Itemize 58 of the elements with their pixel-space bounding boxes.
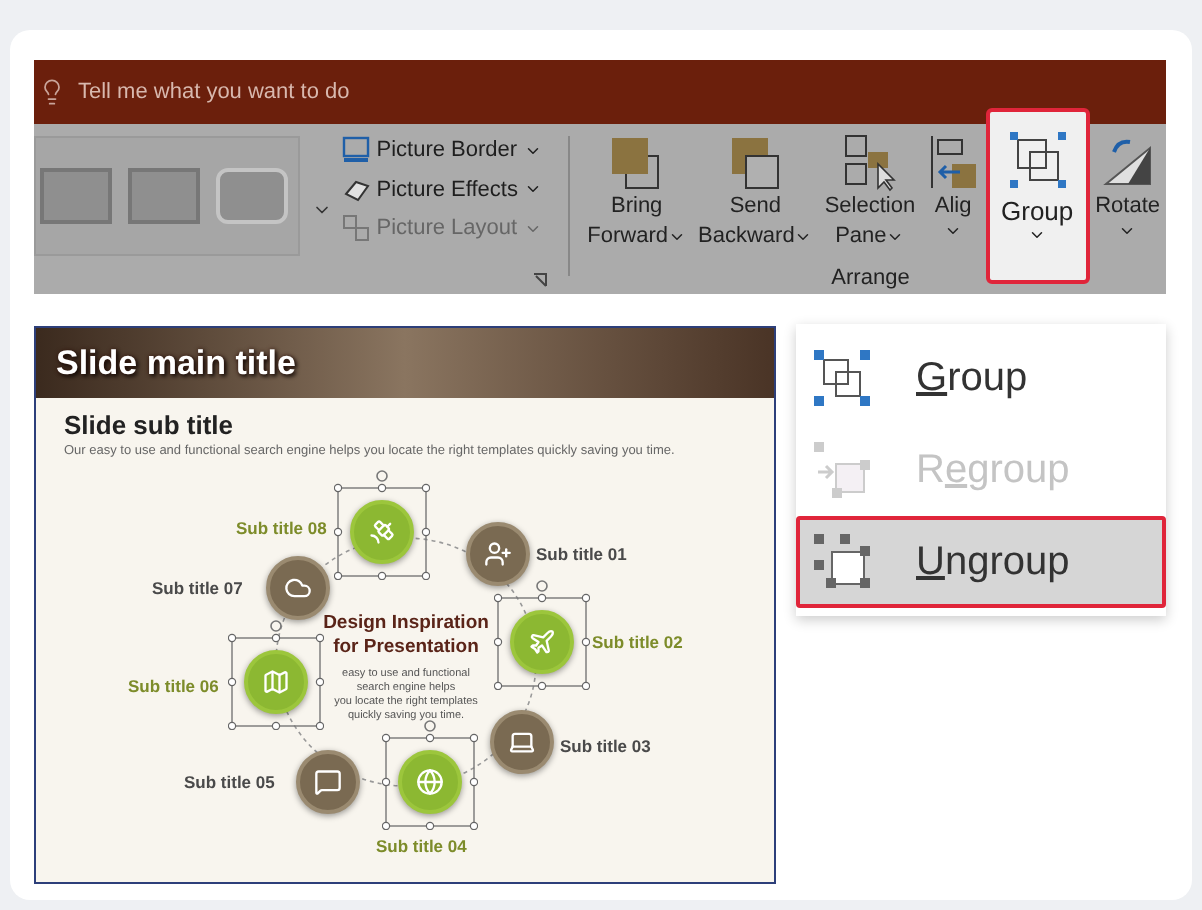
selection-frame xyxy=(228,618,324,730)
picture-style-thumbnail[interactable] xyxy=(128,168,200,224)
lightbulb-icon xyxy=(38,78,66,106)
regroup-icon xyxy=(812,440,872,500)
node-label: Sub title 02 xyxy=(592,632,683,652)
satellite-icon xyxy=(368,518,396,546)
picture-style-thumbnail[interactable] xyxy=(40,168,112,224)
pen-frame-icon xyxy=(342,136,371,165)
chevron-down-icon xyxy=(1118,222,1137,240)
chevron-down-icon xyxy=(794,228,813,246)
layout-icon xyxy=(342,214,371,243)
slide-subtitle: Slide sub title xyxy=(62,410,236,442)
plane-icon xyxy=(528,628,556,656)
laptop-icon xyxy=(508,728,536,756)
arrange-group-label: Arrange xyxy=(831,266,912,290)
node-label: Sub title 03 xyxy=(560,736,651,756)
cloud-icon xyxy=(284,574,312,602)
node-label: Sub title 01 xyxy=(536,544,627,564)
menu-item[interactable]: Ungroup xyxy=(796,516,1166,608)
picture-tool-button[interactable]: Picture Effects xyxy=(342,173,556,206)
picture-tool-button[interactable]: Picture Border xyxy=(342,134,556,167)
map-icon xyxy=(262,668,290,696)
node-label: Sub title 06 xyxy=(128,676,219,696)
picture-style-thumbnail[interactable] xyxy=(216,168,288,224)
chevron-down-icon xyxy=(668,228,687,246)
align-icon xyxy=(927,132,980,192)
arrange-button[interactable]: Rotate xyxy=(1089,124,1166,266)
slide-title: Slide main title xyxy=(56,341,296,386)
search-placeholder: Tell me what you want to do xyxy=(78,77,350,108)
group-icon xyxy=(812,348,872,408)
center-title: Design Inspiration xyxy=(323,612,489,636)
arrange-button[interactable]: Group xyxy=(985,108,1090,284)
chevron-down-icon xyxy=(1028,226,1047,244)
group-icon xyxy=(1005,128,1070,192)
selection-frame xyxy=(382,718,478,830)
chat-icon xyxy=(314,768,342,796)
menu-item[interactable]: Group xyxy=(796,332,1166,424)
dialog-launcher-icon[interactable] xyxy=(531,272,548,288)
globe-icon xyxy=(416,768,444,796)
effects-icon xyxy=(342,175,371,204)
selection-pane-icon xyxy=(839,132,900,192)
search-bar[interactable]: Tell me what you want to do xyxy=(34,60,1166,124)
arrange-button[interactable]: Send Backward xyxy=(692,124,819,266)
arrange-button[interactable]: Bring Forward xyxy=(581,124,693,266)
chevron-down-icon xyxy=(886,228,905,246)
chevron-down-icon xyxy=(944,222,963,240)
arrange-button[interactable]: Selection Pane xyxy=(818,124,922,266)
user-icon xyxy=(484,540,512,568)
center-title: for Presentation xyxy=(333,636,479,660)
ungroup-icon xyxy=(812,532,872,592)
selection-frame xyxy=(334,468,430,580)
picture-style-gallery[interactable] xyxy=(34,136,301,256)
arrange-button[interactable]: Alig xyxy=(921,124,986,266)
node-label: Sub title 04 xyxy=(376,836,467,856)
node-label: Sub title 08 xyxy=(236,518,327,538)
node-label: Sub title 07 xyxy=(152,578,243,598)
selection-frame xyxy=(494,578,590,690)
node-label: Sub title 05 xyxy=(184,772,275,792)
